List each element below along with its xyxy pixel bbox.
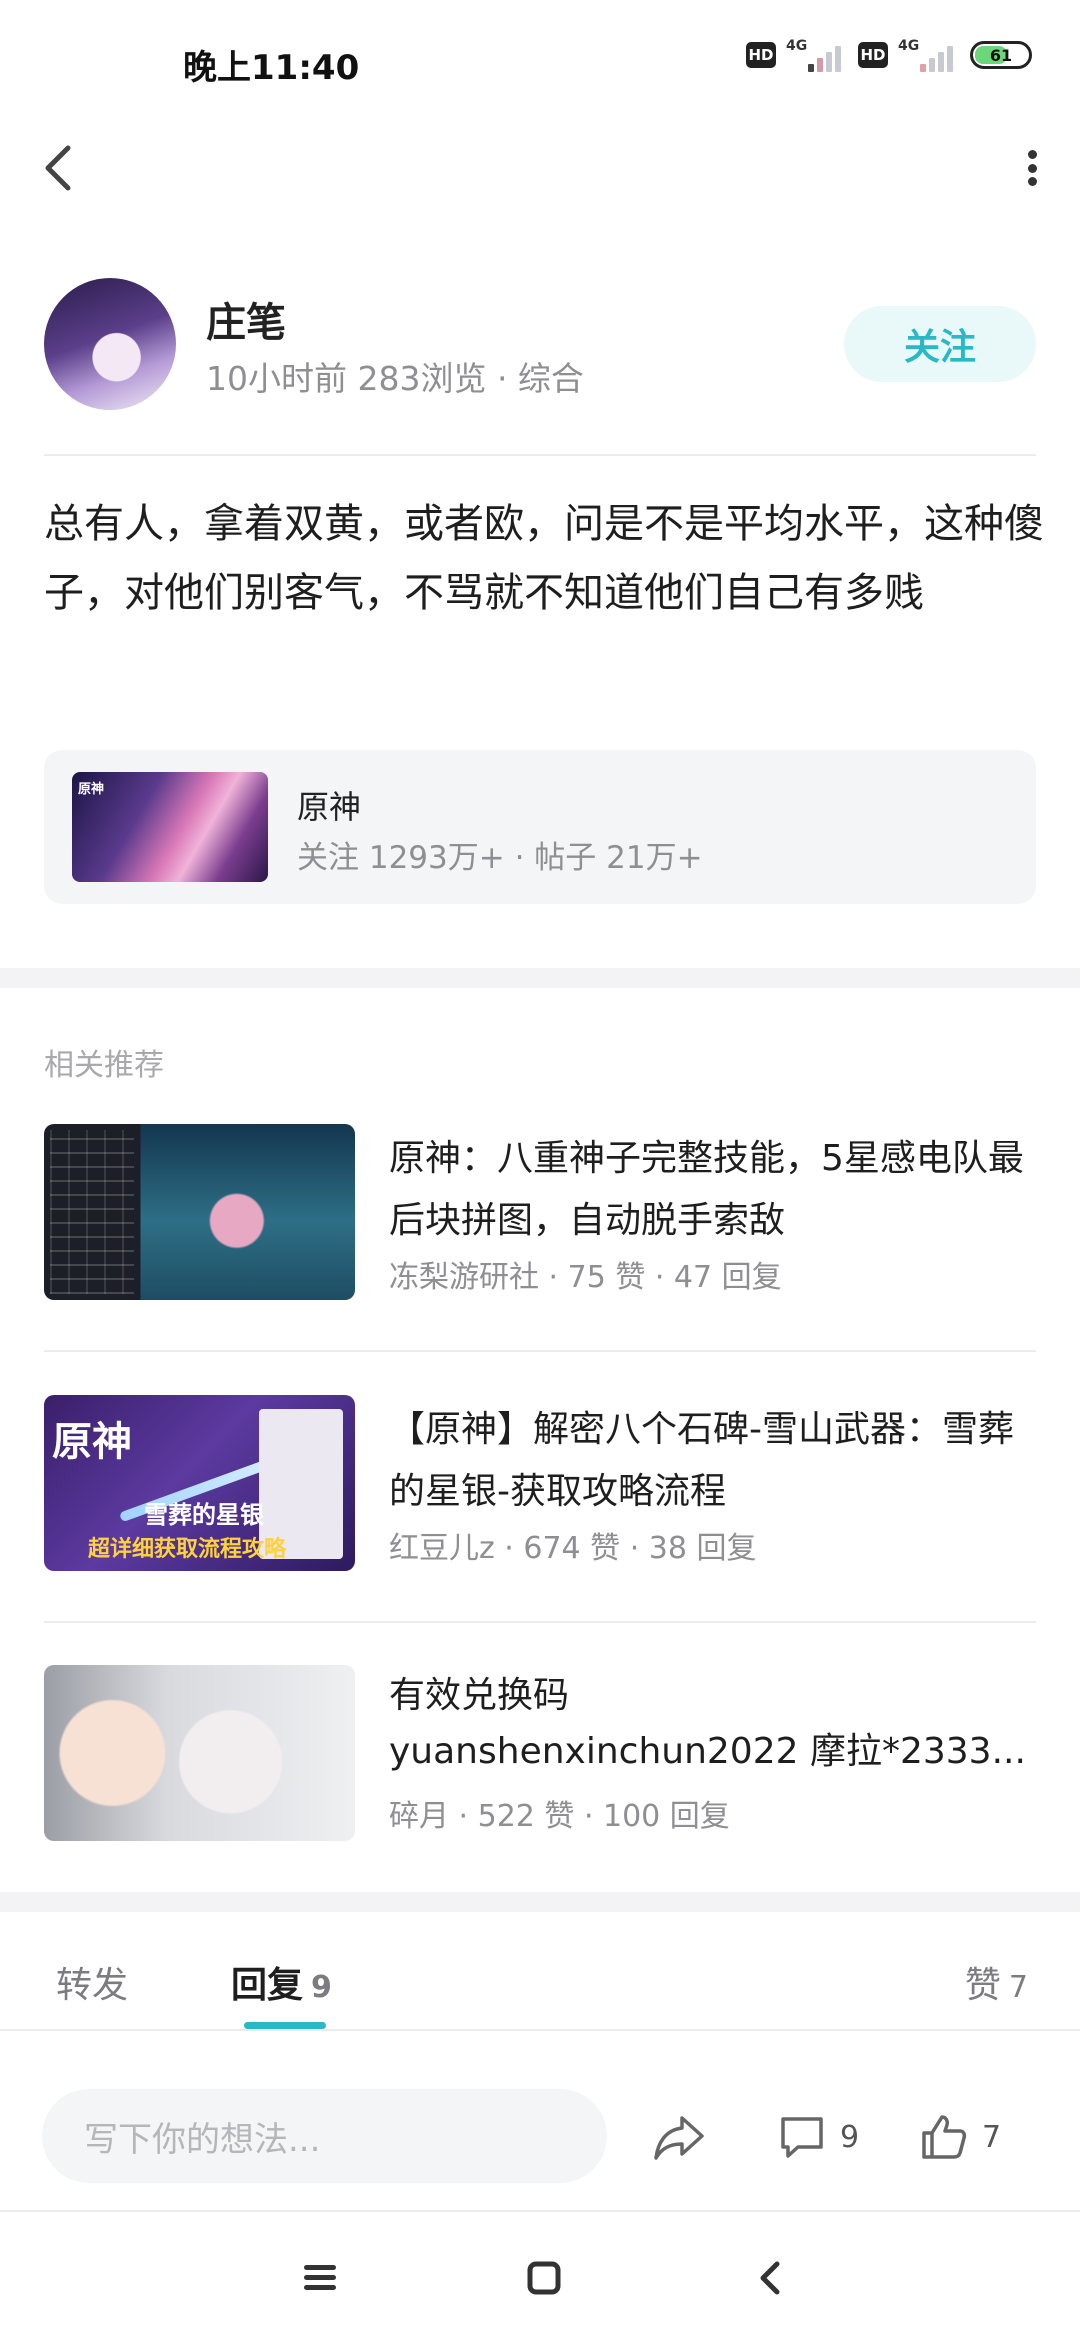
post-thumbnail [44,1665,355,1841]
hd-icon: HD [746,42,776,68]
status-time: 晚上11:40 [183,48,360,88]
reply-count: 9 [311,1970,332,2005]
list-item-title: 原神：八重神子完整技能，5星感电队最后块拼图，自动脱手索敌 [389,1138,1024,1241]
action-bar: 写下你的想法... 9 7 [0,2063,1080,2213]
topic-thumbnail-logo: 原神 [78,782,105,797]
section-separator [0,968,1080,988]
post-thumbnail: 原神 雪葬的星银 超详细获取流程攻略 [44,1395,355,1571]
thumbnail-caption: 超详细获取流程攻略 [88,1537,287,1562]
menu-icon [304,2265,336,2290]
signal-icon: 4G [786,38,848,72]
signal-icon: 4G [898,38,960,72]
battery-level: 61 [989,45,1013,65]
share-icon [654,2116,704,2160]
comment-icon [781,2117,823,2158]
back-arrow-icon [760,2261,780,2295]
like-count: 7 [1008,1970,1028,2005]
thumbs-up-icon [922,2115,967,2159]
back-button[interactable] [40,140,80,196]
list-item-title: 有效兑换码 [389,1675,570,1716]
nav-header [0,126,1080,208]
recent-apps-button[interactable] [290,2248,350,2308]
tab-bar: 转发 回复 9 赞7 [0,1916,1080,2030]
share-button[interactable] [652,2109,706,2165]
list-item[interactable]: 有效兑换码 yuanshenxinchun2022 摩拉*2333... 碎月 … [44,1665,1036,1843]
home-square-icon [527,2261,561,2295]
comment-button[interactable]: 9 [778,2109,859,2165]
topic-thumbnail: 原神 [72,772,268,882]
more-vertical-icon [1027,150,1037,159]
status-bar: 晚上11:40 HD 4G HD 4G 61 [0,0,1080,126]
author-name[interactable]: 庄笔 [206,290,286,348]
list-item[interactable]: 原神：八重神子完整技能，5星感电队最后块拼图，自动脱手索敌 冻梨游研社 · 75… [44,1124,1036,1302]
divider [44,1621,1036,1623]
avatar[interactable] [44,278,176,410]
like-count: 7 [982,2119,1002,2155]
chevron-left-icon [45,145,71,191]
tab-reply[interactable]: 回复 9 [231,1956,332,2008]
author-row: 庄笔 10小时前 283浏览 · 综合 关注 [44,274,1036,414]
like-button[interactable]: 7 [920,2109,1001,2165]
list-item-meta: 碎月 · 522 赞 · 100 回复 [389,1799,730,1834]
thumbnail-title: 原神 [52,1419,132,1465]
section-title: 相关推荐 [44,1048,164,1083]
section-separator [0,1892,1080,1912]
post-content: 总有人，拿着双黄，或者欧，问是不是平均水平，这种傻子，对他们别客气，不骂就不知道… [44,501,1044,616]
thumbnail-subtitle: 雪葬的星银 [144,1501,264,1529]
post-meta: 10小时前 283浏览 · 综合 [206,359,584,398]
tab-indicator [244,2022,326,2029]
list-item-title-line2: yuanshenxinchun2022 摩拉*2333... [389,1731,1026,1772]
divider [44,1350,1036,1352]
list-item-title: 【原神】解密八个石碑-雪山武器：雪葬的星银-获取攻略流程 [389,1409,1014,1512]
comment-count: 9 [840,2119,860,2155]
tab-repost[interactable]: 转发 [56,1956,128,2008]
list-item[interactable]: 原神 雪葬的星银 超详细获取流程攻略 【原神】解密八个石碑-雪山武器：雪葬的星银… [44,1395,1036,1573]
hd-icon: HD [858,42,888,68]
battery-icon: 61 [970,41,1032,69]
list-item-meta: 红豆儿z · 674 赞 · 38 回复 [389,1531,757,1566]
tab-like[interactable]: 赞7 [965,1956,1028,2008]
divider [0,2029,1080,2031]
topic-card[interactable]: 原神 原神 关注 1293万+ · 帖子 21万+ [44,750,1036,904]
more-options-button[interactable] [1022,146,1042,190]
status-icons: HD 4G HD 4G 61 [746,38,1032,72]
post-thumbnail [44,1124,355,1300]
follow-button[interactable]: 关注 [844,306,1036,382]
list-item-meta: 冻梨游研社 · 75 赞 · 47 回复 [389,1260,782,1295]
topic-name: 原神 [297,788,362,826]
comment-input[interactable]: 写下你的想法... [42,2089,607,2183]
topic-stats: 关注 1293万+ · 帖子 21万+ [297,840,703,876]
system-nav-bar [0,2212,1080,2340]
system-back-button[interactable] [740,2248,800,2308]
home-button[interactable] [514,2248,574,2308]
divider [44,454,1036,456]
